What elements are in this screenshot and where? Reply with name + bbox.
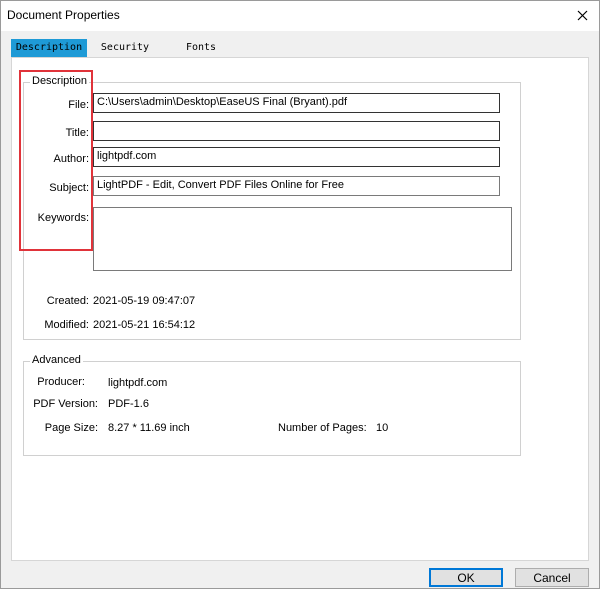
page-size-value: 8.27 * 11.69 inch bbox=[108, 422, 190, 434]
number-of-pages-label: Number of Pages: bbox=[278, 422, 367, 434]
close-icon bbox=[577, 10, 587, 20]
advanced-legend: Advanced bbox=[30, 354, 83, 366]
subject-field[interactable]: LightPDF - Edit, Convert PDF Files Onlin… bbox=[93, 176, 500, 196]
modified-value: 2021-05-21 16:54:12 bbox=[93, 319, 196, 331]
tab-fonts[interactable]: Fonts bbox=[163, 39, 239, 57]
author-label: Author: bbox=[53, 153, 89, 165]
file-label: File: bbox=[68, 99, 89, 111]
cancel-button[interactable]: Cancel bbox=[515, 568, 589, 587]
tab-security[interactable]: Security bbox=[87, 39, 163, 57]
description-legend: Description bbox=[30, 75, 90, 87]
title-field[interactable] bbox=[93, 121, 500, 141]
modified-label: Modified: bbox=[44, 319, 89, 331]
number-of-pages-value: 10 bbox=[376, 422, 389, 434]
tab-description[interactable]: Description bbox=[11, 39, 87, 57]
page-size-label: Page Size: bbox=[44, 422, 98, 434]
title-bar: Document Properties bbox=[1, 1, 599, 31]
tab-panel-description: Description File: C:\Users\admin\Desktop… bbox=[11, 57, 589, 561]
close-button[interactable] bbox=[565, 1, 599, 29]
author-field[interactable]: lightpdf.com bbox=[93, 147, 500, 167]
tab-bar: Description Security Fonts bbox=[11, 39, 589, 57]
producer-value: lightpdf.com bbox=[108, 377, 168, 389]
file-field[interactable]: C:\Users\admin\Desktop\EaseUS Final (Bry… bbox=[93, 93, 500, 113]
document-properties-dialog: Document Properties Description Security… bbox=[0, 0, 600, 589]
keywords-label: Keywords: bbox=[37, 212, 89, 224]
title-label: Title: bbox=[65, 127, 89, 139]
created-value: 2021-05-19 09:47:07 bbox=[93, 295, 196, 307]
keywords-field[interactable] bbox=[93, 207, 512, 271]
subject-label: Subject: bbox=[49, 182, 89, 194]
pdf-version-label: PDF Version: bbox=[33, 398, 98, 410]
producer-label: Producer: bbox=[37, 376, 85, 388]
created-label: Created: bbox=[46, 295, 89, 307]
pdf-version-value: PDF-1.6 bbox=[108, 398, 149, 410]
ok-button[interactable]: OK bbox=[429, 568, 503, 587]
window-title: Document Properties bbox=[7, 8, 120, 22]
